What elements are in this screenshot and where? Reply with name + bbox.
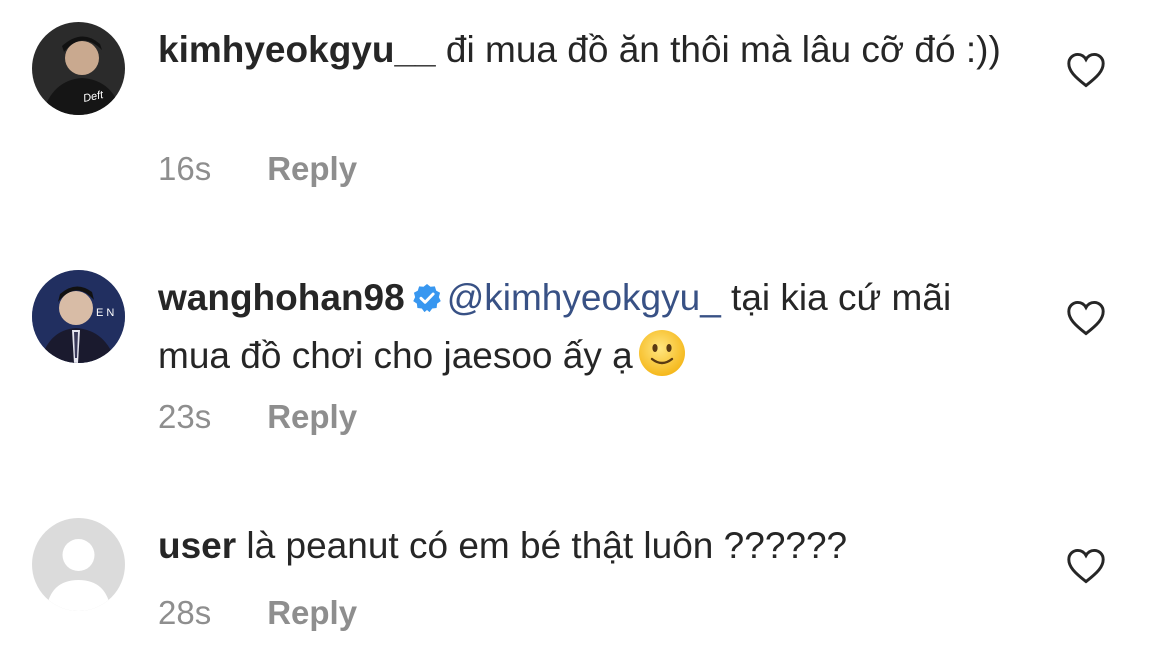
heart-icon[interactable] [1066, 52, 1106, 88]
slightly-smiling-face-icon [637, 328, 687, 392]
avatar[interactable]: Deft [32, 22, 125, 115]
comment-body: user là peanut có em bé thật luôn ?????? [158, 520, 1018, 572]
heart-icon[interactable] [1066, 548, 1106, 584]
avatar-photo: Deft [32, 22, 125, 115]
timestamp: 23s [158, 398, 212, 435]
default-avatar-icon [32, 518, 125, 611]
heart-icon[interactable] [1066, 300, 1106, 336]
comment-body: kimhyeokgyu__ đi mua đồ ăn thôi mà lâu c… [158, 24, 1018, 76]
comment-text: đi mua đồ ăn thôi mà lâu cỡ đó :)) [435, 29, 1001, 70]
comment-meta: 28s Reply [158, 594, 357, 632]
reply-button[interactable]: Reply [267, 594, 357, 631]
comment-text: là peanut có em bé thật luôn ?????? [236, 525, 848, 566]
reply-button[interactable]: Reply [267, 398, 357, 435]
avatar[interactable]: E N [32, 270, 125, 363]
mention-link[interactable]: @kimhyeokgyu_ [447, 277, 721, 318]
comment-meta: 16s Reply [158, 150, 357, 188]
comment-body: wanghohan98 @kimhyeokgyu_ tại kia cứ mãi … [158, 272, 1018, 392]
reply-button[interactable]: Reply [267, 150, 357, 187]
username[interactable]: kimhyeokgyu__ [158, 29, 436, 70]
username[interactable]: wanghohan98 [158, 277, 405, 318]
timestamp: 16s [158, 150, 212, 187]
avatar[interactable] [32, 518, 125, 611]
timestamp: 28s [158, 594, 212, 631]
svg-text:E N: E N [96, 307, 114, 319]
comment-meta: 23s Reply [158, 398, 357, 436]
username[interactable]: user [158, 525, 236, 566]
verified-badge-icon [411, 276, 443, 328]
avatar-photo: E N [32, 270, 125, 363]
